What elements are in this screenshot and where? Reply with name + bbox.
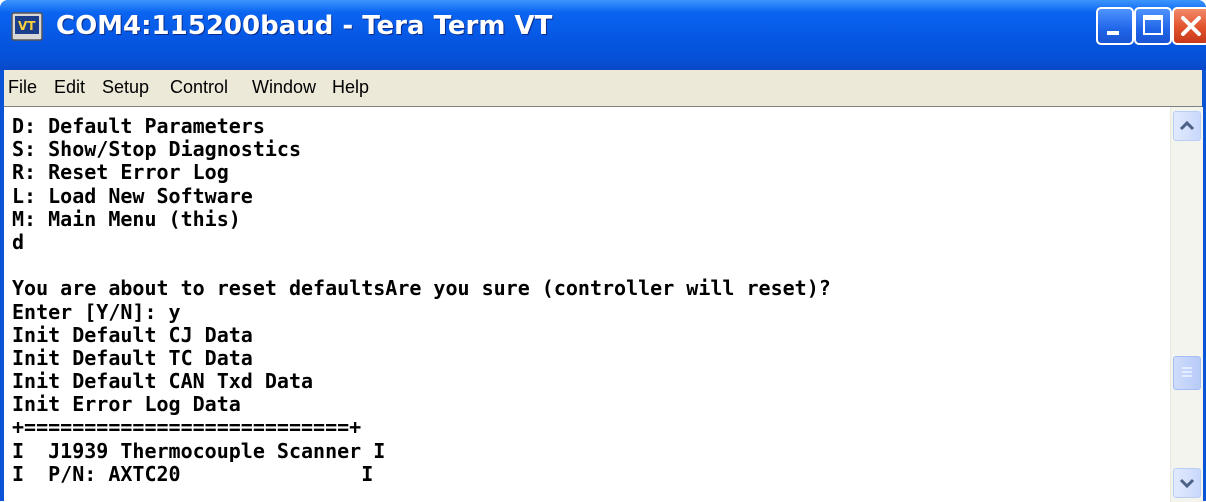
terminal-line: Init Default CJ Data (12, 322, 253, 347)
menu-file[interactable]: File (8, 77, 37, 98)
terminal-line: R: Reset Error Log (12, 160, 229, 185)
menu-window[interactable]: Window (252, 77, 316, 98)
svg-text:VT: VT (18, 19, 36, 33)
vertical-scrollbar[interactable] (1170, 107, 1203, 502)
scroll-down-button[interactable] (1173, 468, 1201, 498)
scroll-down-arrow-icon (1179, 478, 1195, 489)
terminal-line: You are about to reset defaultsAre you s… (12, 276, 831, 301)
terminal-line: +===========================+ (12, 415, 362, 440)
tera-term-icon[interactable]: VT (10, 10, 44, 44)
menu-bar: File Edit Setup Control Window Help (4, 70, 1202, 106)
menu-control[interactable]: Control (170, 77, 228, 98)
title-bar[interactable]: VT COM4:115200baud - Tera Term VT (0, 0, 1206, 70)
terminal-area[interactable]: D: Default Parameters S: Show/Stop Diagn… (4, 106, 1203, 502)
minimize-icon (1107, 31, 1119, 35)
scroll-up-button[interactable] (1173, 111, 1201, 141)
terminal-line: d (12, 229, 25, 254)
terminal-line: Init Default CAN Txd Data (12, 369, 314, 394)
terminal-line: L: Load New Software (12, 183, 253, 208)
maximize-button[interactable] (1134, 7, 1172, 45)
menu-help[interactable]: Help (332, 77, 369, 98)
terminal-line: Enter [Y/N]: y (12, 299, 181, 324)
terminal-output[interactable]: D: Default Parameters S: Show/Stop Diagn… (12, 115, 1158, 499)
maximize-icon (1143, 15, 1163, 35)
grip-icon (1182, 367, 1192, 377)
scroll-up-arrow-icon (1179, 120, 1195, 131)
terminal-line: Init Default TC Data (12, 345, 253, 370)
minimize-button[interactable] (1096, 7, 1134, 45)
scroll-thumb[interactable] (1173, 356, 1201, 390)
terminal-line: I J1939 Thermocouple Scanner I (12, 438, 386, 463)
terminal-line: D: Default Parameters (12, 115, 265, 138)
window-title: COM4:115200baud - Tera Term VT (56, 11, 553, 41)
terminal-line: S: Show/Stop Diagnostics (12, 137, 301, 162)
close-button[interactable] (1172, 7, 1206, 45)
menu-setup[interactable]: Setup (102, 77, 149, 98)
menu-edit[interactable]: Edit (54, 77, 85, 98)
close-icon (1181, 16, 1201, 36)
terminal-line: Init Error Log Data (12, 392, 241, 417)
terminal-line: M: Main Menu (this) (12, 206, 241, 231)
terminal-window: VT COM4:115200baud - Tera Term VT File E… (0, 0, 1206, 502)
terminal-line: I P/N: AXTC20 I (12, 461, 374, 486)
